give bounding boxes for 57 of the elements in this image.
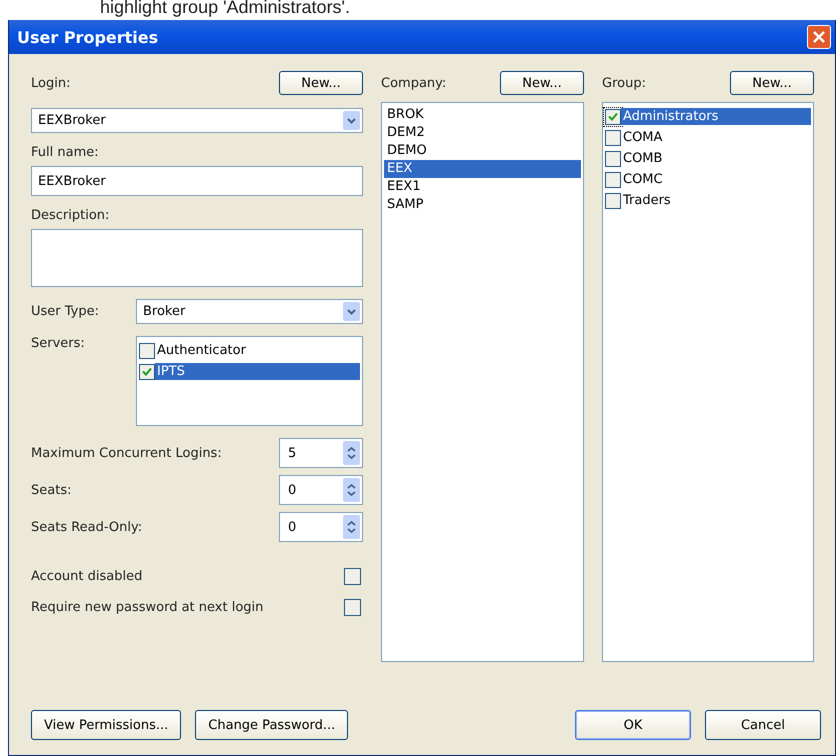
spin-arrows-icon [343,478,360,502]
company-item[interactable]: SAMP [384,196,581,214]
company-item[interactable]: DEMO [384,142,581,160]
spin-arrows-icon [343,515,360,539]
dialog-button[interactable]: OK [575,710,691,740]
company-item[interactable]: EEX1 [384,178,581,196]
caption-text: highlight group 'Administrators'. [99,0,351,19]
server-item[interactable]: IPTS [155,363,360,380]
user-type-label: User Type: [31,304,100,319]
description-label: Description: [31,208,110,223]
check-icon [142,367,152,376]
new-login-button[interactable]: New... [279,71,363,95]
close-icon [812,30,826,44]
option-label: Account disabled [31,569,144,584]
number-spinner[interactable]: 5 [279,438,363,468]
server-item[interactable]: Authenticator [155,342,360,359]
servers-label: Servers: [31,336,86,351]
checkbox[interactable] [605,172,621,188]
group-item[interactable]: Traders [621,192,811,209]
window-title: User Properties [17,28,158,46]
dialog-button[interactable]: Cancel [705,710,821,740]
group-item[interactable]: COMC [621,171,811,188]
company-item[interactable]: DEM2 [384,124,581,142]
checkbox[interactable] [605,108,621,124]
group-item[interactable]: COMA [621,129,811,146]
full-name-label: Full name: [31,145,100,160]
user-type-dropdown[interactable]: Broker [136,299,363,324]
checkbox[interactable] [605,130,621,146]
check-icon [608,112,618,121]
new-company-button[interactable]: New... [500,71,584,95]
login-label: Login: [31,76,70,90]
option-label: Require new password at next login [31,600,264,615]
new-group-button[interactable]: New... [730,71,814,95]
number-spinner[interactable]: 0 [279,512,363,542]
checkbox[interactable] [605,150,621,166]
dialog-button[interactable]: Change Password... [195,710,348,740]
spin-arrows-icon [343,441,360,465]
checkbox[interactable] [605,192,621,208]
spinner-label: Maximum Concurrent Logins: [31,446,223,460]
close-button[interactable] [807,25,831,49]
group-item[interactable]: COMB [621,150,811,167]
checkbox[interactable] [344,568,361,585]
description-field[interactable] [31,229,363,287]
full-name-field[interactable]: EEXBroker [31,166,363,196]
dialog-button[interactable]: View Permissions... [31,710,182,740]
group-item[interactable]: Administrators [621,108,811,125]
login-dropdown[interactable]: EEXBroker [31,108,363,133]
company-label: Company: [381,76,446,90]
spinner-label: Seats Read-Only: [31,520,144,534]
checkbox[interactable] [344,599,361,616]
company-item[interactable]: BROK [384,106,581,124]
number-spinner[interactable]: 0 [279,475,363,505]
company-item[interactable]: EEX [384,160,581,178]
spinner-label: Seats: [31,482,72,498]
checkbox[interactable] [139,364,155,380]
group-label: Group: [602,76,646,90]
checkbox[interactable] [139,342,155,358]
